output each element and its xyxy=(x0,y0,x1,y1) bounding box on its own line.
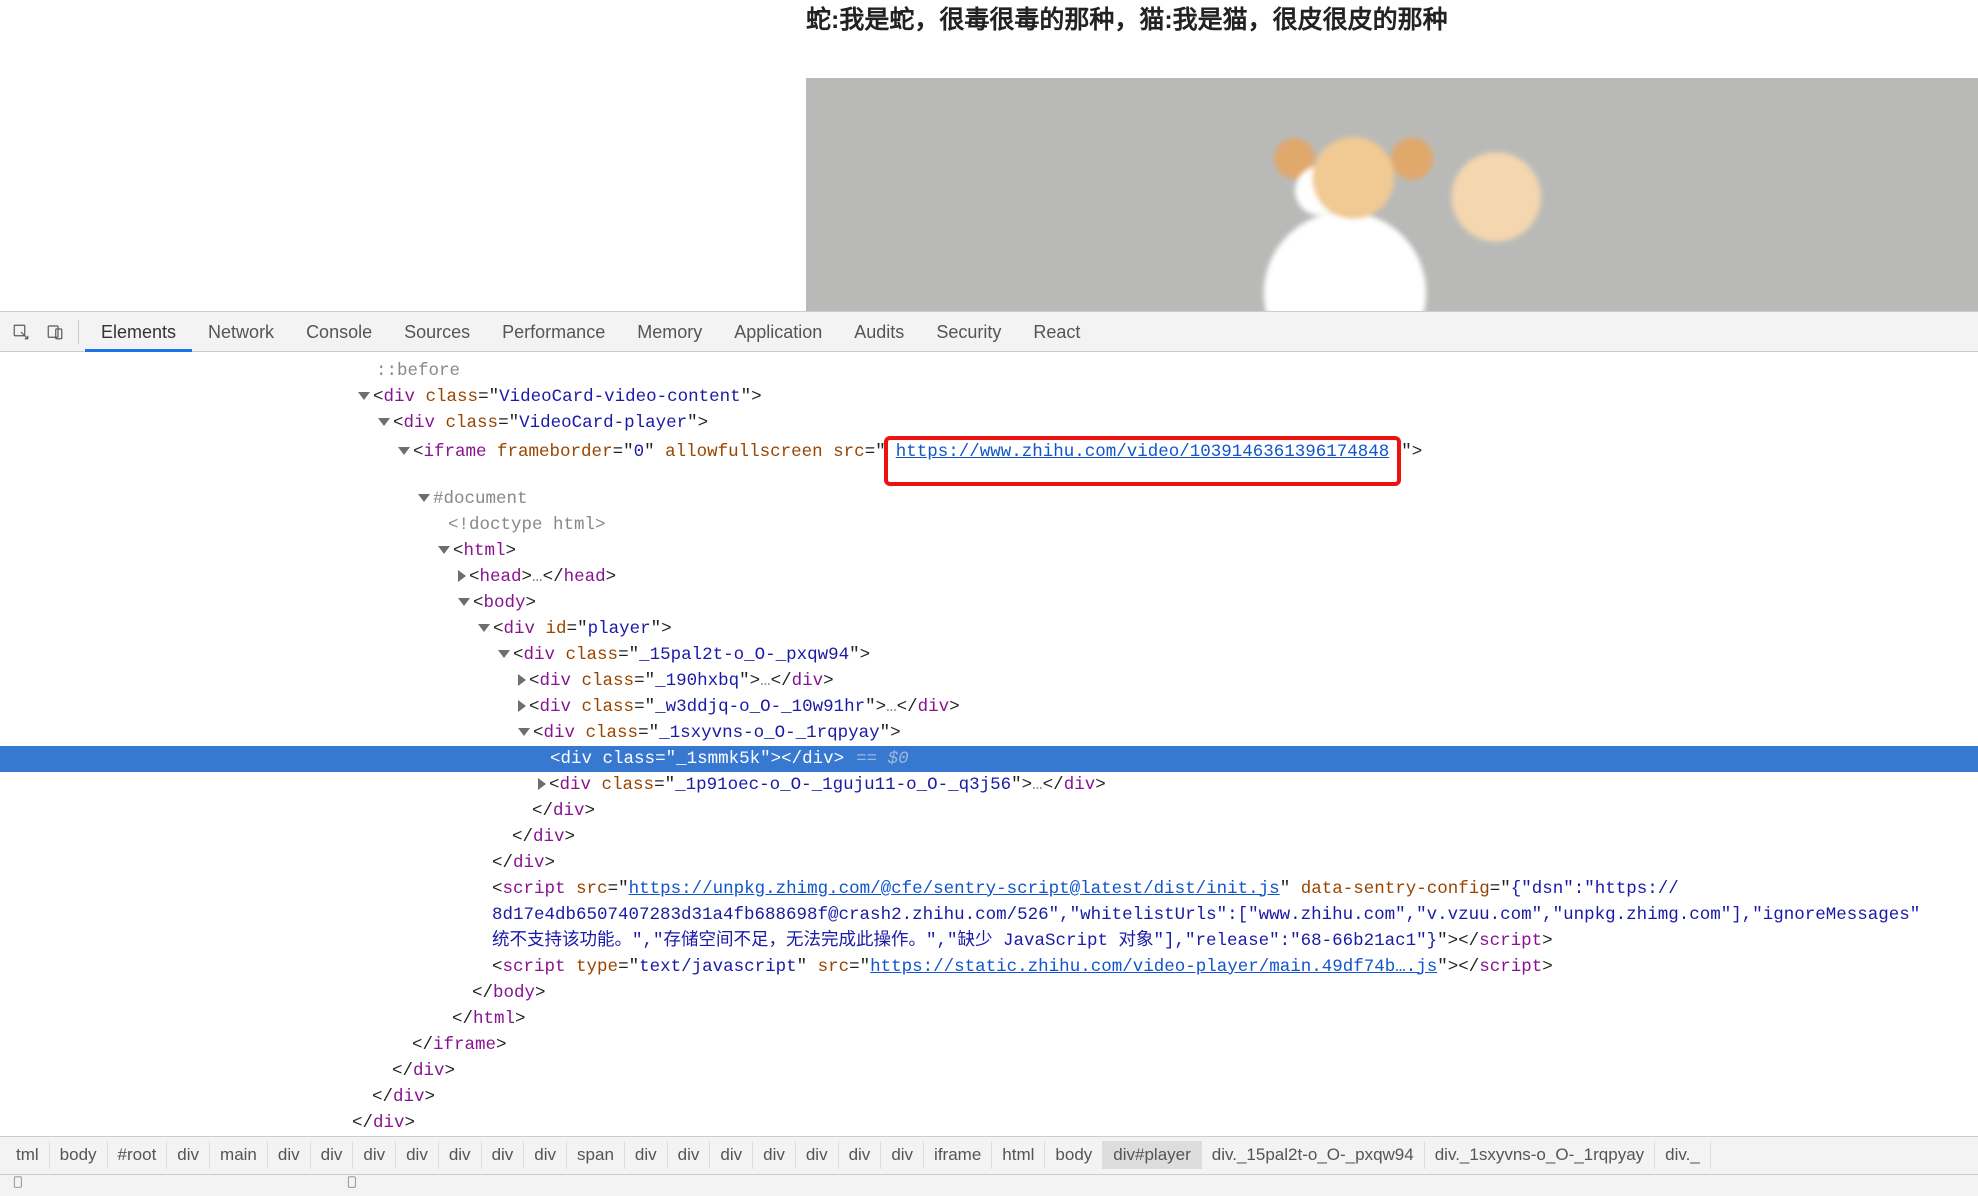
script2-node[interactable]: <script type="text/javascript" src="http… xyxy=(0,954,1978,980)
close-html[interactable]: </html> xyxy=(0,1006,1978,1032)
breadcrumb-item[interactable]: div xyxy=(268,1141,311,1169)
breadcrumb-item[interactable]: body xyxy=(1045,1141,1103,1169)
breadcrumb-item[interactable]: div xyxy=(668,1141,711,1169)
breadcrumb-item[interactable]: span xyxy=(567,1141,625,1169)
inspect-element-icon[interactable] xyxy=(6,317,36,347)
breadcrumb-item[interactable]: html xyxy=(992,1141,1045,1169)
html-node[interactable]: <html> xyxy=(0,538,1978,564)
close-body[interactable]: </body> xyxy=(0,980,1978,1006)
head-node[interactable]: <head>…</head> xyxy=(0,564,1978,590)
breadcrumb-item[interactable]: div xyxy=(396,1141,439,1169)
div-c5-node[interactable]: <div class="_1p91oec-o_O-_1guju11-o_O-_q… xyxy=(0,772,1978,798)
breadcrumb-item[interactable]: div xyxy=(710,1141,753,1169)
device-toolbar-icon[interactable] xyxy=(40,317,70,347)
div-videocard-video-content[interactable]: <div class="VideoCard-video-content"> xyxy=(0,384,1978,410)
browser-page-content: 蛇:我是蛇，很毒很毒的那种，猫:我是猫，很皮很皮的那种 xyxy=(0,0,1978,311)
div-c4-node[interactable]: <div class="_1sxyvns-o_O-_1rqpyay"> xyxy=(0,720,1978,746)
close-div-2[interactable]: </div> xyxy=(0,824,1978,850)
breadcrumb-item[interactable]: div xyxy=(353,1141,396,1169)
breadcrumb-item[interactable]: body xyxy=(50,1141,108,1169)
breadcrumb-item[interactable]: tml xyxy=(6,1141,50,1169)
close-div-1[interactable]: </div> xyxy=(0,798,1978,824)
div-c3-node[interactable]: <div class="_w3ddjq-o_O-_10w91hr">…</div… xyxy=(0,694,1978,720)
toolbar-separator xyxy=(78,320,79,344)
div-player-node[interactable]: <div id="player"> xyxy=(0,616,1978,642)
breadcrumb-bar[interactable]: tmlbody#rootdivmaindivdivdivdivdivdivdiv… xyxy=(0,1136,1978,1174)
iframe-src-url[interactable]: https://www.zhihu.com/video/103914636139… xyxy=(896,442,1390,462)
breadcrumb-item[interactable]: div xyxy=(167,1141,210,1169)
devtools-panel: Elements Network Console Sources Perform… xyxy=(0,311,1978,1196)
eq-zero-indicator: == $0 xyxy=(856,749,909,769)
dom-tree[interactable]: ::before <div class="VideoCard-video-con… xyxy=(0,352,1978,1136)
breadcrumb-item[interactable]: div xyxy=(753,1141,796,1169)
breadcrumb-item[interactable]: div xyxy=(796,1141,839,1169)
tab-security[interactable]: Security xyxy=(920,312,1017,352)
script1-line3[interactable]: 统不支持该功能。","存储空间不足，无法完成此操作。","缺少 JavaScri… xyxy=(0,928,1978,954)
tab-network[interactable]: Network xyxy=(192,312,290,352)
selected-node[interactable]: <div class="_1smmk5k"></div>== $0 xyxy=(0,746,1978,772)
page-right-col: 蛇:我是蛇，很毒很毒的那种，猫:我是猫，很皮很皮的那种 xyxy=(806,0,1978,311)
close-div-vcc[interactable]: </div> xyxy=(0,1084,1978,1110)
script1-node[interactable]: <script src="https://unpkg.zhimg.com/@cf… xyxy=(0,876,1978,902)
close-div-outer[interactable]: </div> xyxy=(0,1110,1978,1136)
div-videocard-player[interactable]: <div class="VideoCard-player"> xyxy=(0,410,1978,436)
tab-console[interactable]: Console xyxy=(290,312,388,352)
iframe-src-highlight: https://www.zhihu.com/video/103914636139… xyxy=(884,436,1402,486)
tab-performance[interactable]: Performance xyxy=(486,312,621,352)
pseudo-before[interactable]: ::before xyxy=(0,358,1978,384)
tab-elements[interactable]: Elements xyxy=(85,312,192,352)
devtools-bottom-strip xyxy=(0,1174,1978,1196)
breadcrumb-item[interactable]: main xyxy=(210,1141,268,1169)
breadcrumb-item[interactable]: div xyxy=(524,1141,567,1169)
breadcrumb-item[interactable]: div._15pal2t-o_O-_pxqw94 xyxy=(1202,1141,1425,1169)
div-c2-node[interactable]: <div class="_190hxbq">…</div> xyxy=(0,668,1978,694)
breadcrumb-item[interactable]: #root xyxy=(108,1141,168,1169)
tab-audits[interactable]: Audits xyxy=(838,312,920,352)
breadcrumb-item[interactable]: div xyxy=(439,1141,482,1169)
breadcrumb-item[interactable]: div._1sxyvns-o_O-_1rqpyay xyxy=(1425,1141,1655,1169)
tab-application[interactable]: Application xyxy=(718,312,838,352)
body-node[interactable]: <body> xyxy=(0,590,1978,616)
tab-sources[interactable]: Sources xyxy=(388,312,486,352)
div-c1-node[interactable]: <div class="_15pal2t-o_O-_pxqw94"> xyxy=(0,642,1978,668)
breadcrumb-item[interactable]: div#player xyxy=(1103,1141,1202,1169)
breadcrumb-item[interactable]: div xyxy=(311,1141,354,1169)
devtools-tabs: Elements Network Console Sources Perform… xyxy=(0,312,1978,352)
iframe-node[interactable]: <iframe frameborder="0" allowfullscreen … xyxy=(0,436,1978,486)
tab-react[interactable]: React xyxy=(1017,312,1096,352)
cat-image xyxy=(1135,101,1555,311)
script1-line2[interactable]: 8d17e4db6507407283d31a4fb688698f@crash2.… xyxy=(0,902,1978,928)
document-node[interactable]: #document xyxy=(0,486,1978,512)
breadcrumb-item[interactable]: div xyxy=(881,1141,924,1169)
close-div-vcp[interactable]: </div> xyxy=(0,1058,1978,1084)
breadcrumb-item[interactable]: div xyxy=(839,1141,882,1169)
tab-memory[interactable]: Memory xyxy=(621,312,718,352)
close-iframe[interactable]: </iframe> xyxy=(0,1032,1978,1058)
breadcrumb-item[interactable]: div xyxy=(482,1141,525,1169)
close-div-3[interactable]: </div> xyxy=(0,850,1978,876)
device-icon-2[interactable] xyxy=(346,1175,360,1195)
breadcrumb-item[interactable]: div xyxy=(625,1141,668,1169)
article-title: 蛇:我是蛇，很毒很毒的那种，猫:我是猫，很皮很皮的那种 xyxy=(806,0,1978,46)
device-icon[interactable] xyxy=(12,1175,26,1195)
breadcrumb-item[interactable]: div._ xyxy=(1655,1141,1711,1169)
video-preview[interactable] xyxy=(806,78,1978,311)
page-left-empty xyxy=(0,0,806,311)
doctype-node[interactable]: <!doctype html> xyxy=(0,512,1978,538)
breadcrumb-item[interactable]: iframe xyxy=(924,1141,992,1169)
